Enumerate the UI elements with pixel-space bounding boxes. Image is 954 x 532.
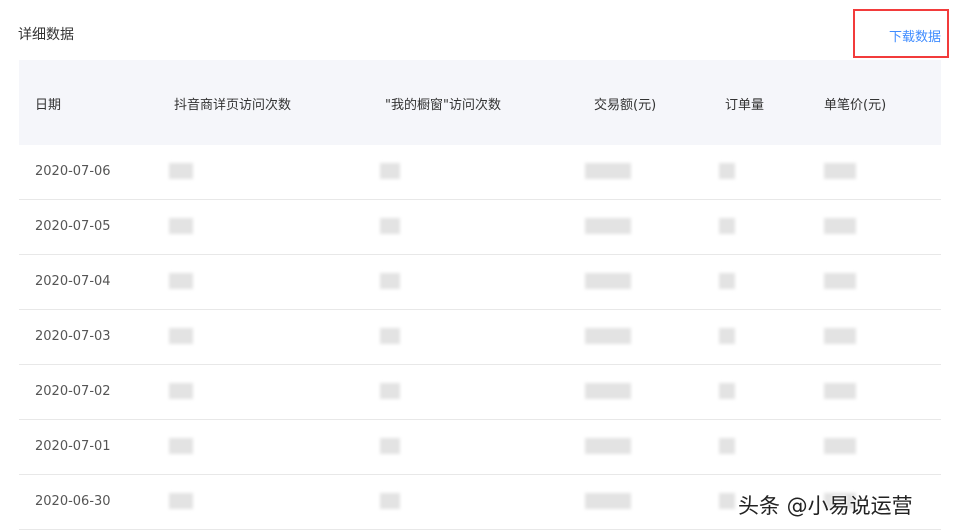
blurred-value-gmv xyxy=(585,383,631,399)
blurred-value-gmv xyxy=(585,273,631,289)
table-row: 2020-07-05 xyxy=(19,200,941,255)
blurred-value-unit-price xyxy=(824,438,856,454)
download-data-link[interactable]: 下载数据 xyxy=(889,26,941,45)
blurred-value-showcase-visits xyxy=(380,218,400,234)
row-date: 2020-07-05 xyxy=(35,219,111,234)
column-header-unit-price: 单笔价(元) xyxy=(824,98,887,113)
download-highlight-box: 下载数据 xyxy=(853,9,949,58)
blurred-value-detail-visits xyxy=(169,218,193,234)
column-header-showcase-visits: "我的橱窗"访问次数 xyxy=(385,98,501,113)
blurred-value-orders xyxy=(719,273,735,289)
row-date: 2020-07-02 xyxy=(35,384,111,399)
watermark: 头条 @小易说运营 xyxy=(738,494,913,518)
column-header-date: 日期 xyxy=(35,98,62,113)
table-row: 2020-07-04 xyxy=(19,255,941,310)
blurred-value-detail-visits xyxy=(169,493,193,509)
blurred-value-gmv xyxy=(585,163,631,179)
blurred-value-gmv xyxy=(585,218,631,234)
blurred-value-gmv xyxy=(585,328,631,344)
blurred-value-orders xyxy=(719,383,735,399)
column-header-gmv: 交易额(元) xyxy=(594,98,657,113)
section-title: 详细数据 xyxy=(18,27,74,43)
blurred-value-orders xyxy=(719,438,735,454)
blurred-value-showcase-visits xyxy=(380,273,400,289)
blurred-value-unit-price xyxy=(824,163,856,179)
blurred-value-orders xyxy=(719,493,735,509)
table-row: 2020-07-06 xyxy=(19,145,941,200)
blurred-value-orders xyxy=(719,163,735,179)
blurred-value-showcase-visits xyxy=(380,493,400,509)
table-row: 2020-07-02 xyxy=(19,365,941,420)
blurred-value-gmv xyxy=(585,438,631,454)
blurred-value-gmv xyxy=(585,493,631,509)
table-header: 日期 抖音商详页访问次数 "我的橱窗"访问次数 交易额(元) 订单量 单笔价(元… xyxy=(19,60,941,145)
row-date: 2020-07-01 xyxy=(35,439,111,454)
row-date: 2020-07-06 xyxy=(35,164,111,179)
blurred-value-unit-price xyxy=(824,383,856,399)
blurred-value-detail-visits xyxy=(169,438,193,454)
blurred-value-showcase-visits xyxy=(380,383,400,399)
row-date: 2020-07-04 xyxy=(35,274,111,289)
column-header-orders: 订单量 xyxy=(725,98,765,113)
blurred-value-unit-price xyxy=(824,328,856,344)
blurred-value-unit-price xyxy=(824,273,856,289)
blurred-value-unit-price xyxy=(824,218,856,234)
table-row: 2020-07-01 xyxy=(19,420,941,475)
row-date: 2020-07-03 xyxy=(35,329,111,344)
table-row: 2020-07-03 xyxy=(19,310,941,365)
blurred-value-detail-visits xyxy=(169,383,193,399)
column-header-detail-visits: 抖音商详页访问次数 xyxy=(174,98,292,113)
blurred-value-showcase-visits xyxy=(380,163,400,179)
blurred-value-orders xyxy=(719,328,735,344)
blurred-value-showcase-visits xyxy=(380,328,400,344)
row-date: 2020-06-30 xyxy=(35,494,111,509)
blurred-value-showcase-visits xyxy=(380,438,400,454)
blurred-value-detail-visits xyxy=(169,328,193,344)
blurred-value-orders xyxy=(719,218,735,234)
blurred-value-detail-visits xyxy=(169,163,193,179)
blurred-value-detail-visits xyxy=(169,273,193,289)
